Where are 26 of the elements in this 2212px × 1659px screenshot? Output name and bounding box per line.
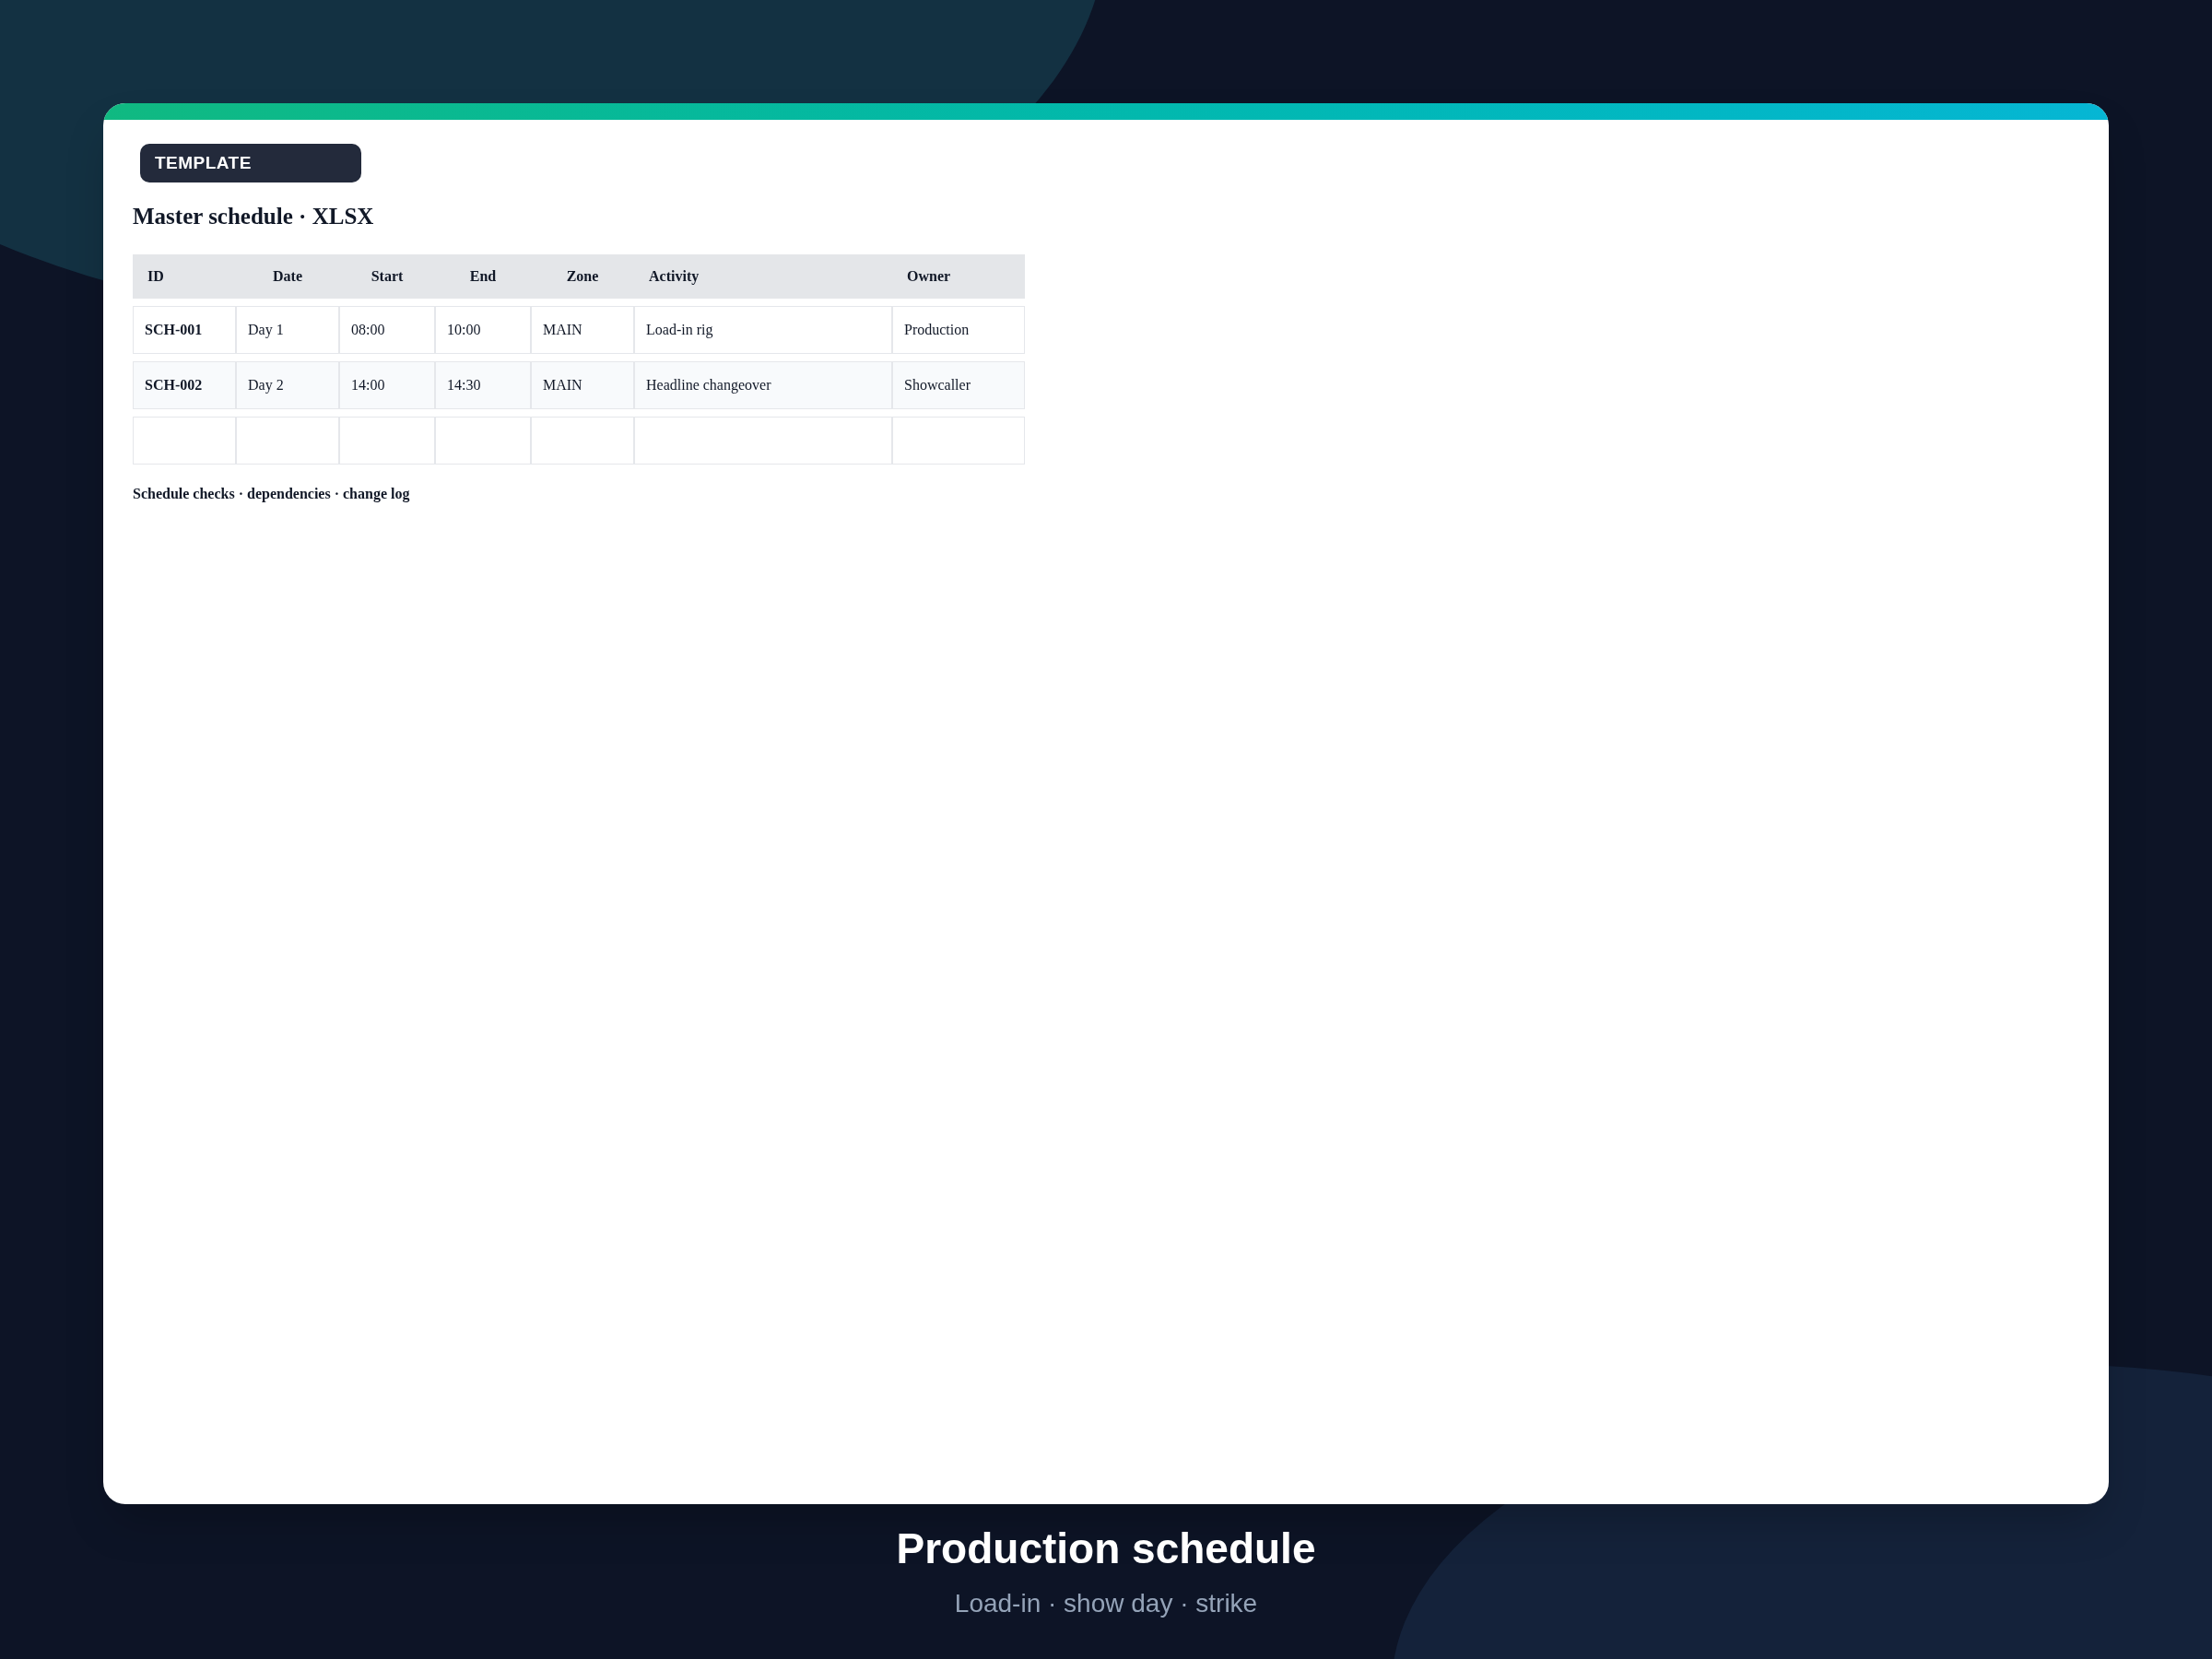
table-cell: SCH-002 xyxy=(133,360,236,409)
sheet-note: Schedule checks · dependencies · change log xyxy=(133,484,410,504)
column-header: Owner xyxy=(906,266,952,286)
column-header: Date xyxy=(272,266,303,286)
table-cell: Load-in rig xyxy=(634,305,892,354)
table-cell: 14:00 xyxy=(339,360,435,409)
caption-title: Production schedule xyxy=(896,1524,1316,1574)
table-cell: Day 2 xyxy=(236,360,339,409)
template-badge: TEMPLATE xyxy=(140,144,361,182)
column-header: End xyxy=(468,266,498,286)
column-header: Activity xyxy=(648,266,700,287)
table-cell: Day 1 xyxy=(236,305,339,354)
caption-subtitle: Load-in · show day · strike xyxy=(954,1588,1258,1619)
column-header: Start xyxy=(370,266,405,286)
table-cell: MAIN xyxy=(531,305,634,354)
table-cell: 10:00 xyxy=(435,305,531,354)
column-header: ID xyxy=(147,266,165,286)
table-cell: Showcaller xyxy=(892,360,1025,409)
column-header: Zone xyxy=(565,266,600,286)
table-cell: 14:30 xyxy=(435,360,531,409)
table-cell: SCH-001 xyxy=(133,305,236,354)
table-cell: Headline changeover xyxy=(634,360,892,409)
sheet-title: Master schedule · XLSX xyxy=(133,203,374,230)
table-cell: 08:00 xyxy=(339,305,435,354)
table-cell: MAIN xyxy=(531,360,634,409)
table-cell: Production xyxy=(892,305,1025,354)
